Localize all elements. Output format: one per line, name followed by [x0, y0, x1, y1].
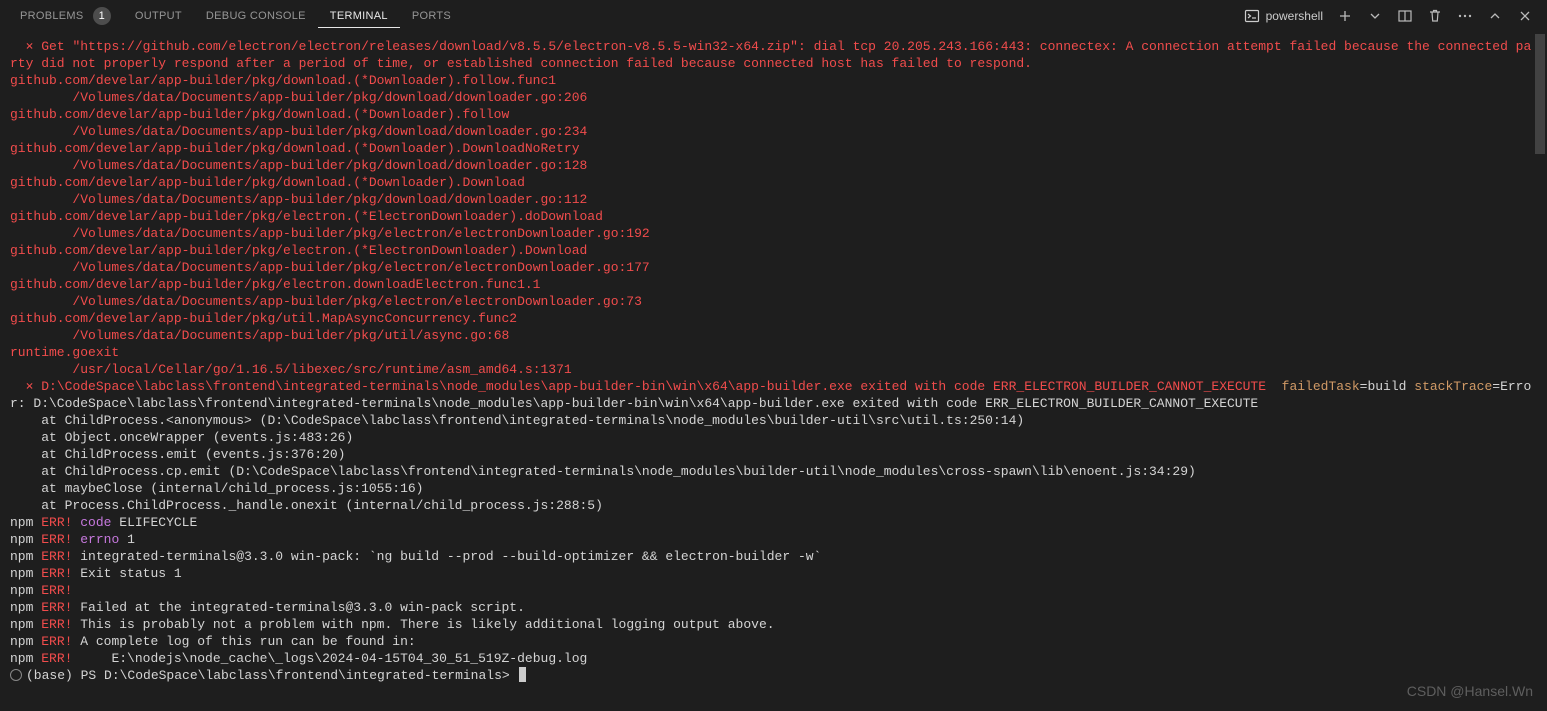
new-terminal-icon[interactable] — [1337, 8, 1353, 24]
shell-name: powershell — [1266, 9, 1323, 23]
split-terminal-icon[interactable] — [1397, 8, 1413, 24]
tab-label: DEBUG CONSOLE — [206, 10, 306, 22]
more-icon[interactable] — [1457, 8, 1473, 24]
tab-terminal[interactable]: TERMINAL — [318, 4, 400, 28]
tab-label: OUTPUT — [135, 10, 182, 22]
terminal-icon — [1244, 8, 1260, 24]
maximize-panel-icon[interactable] — [1487, 8, 1503, 24]
terminal-header-actions: powershell — [1244, 8, 1539, 24]
close-panel-icon[interactable] — [1517, 8, 1533, 24]
tab-label: PROBLEMS — [20, 10, 84, 22]
tab-debug-console[interactable]: DEBUG CONSOLE — [194, 4, 318, 28]
scrollbar-thumb[interactable] — [1535, 34, 1545, 154]
panel-header: PROBLEMS 1 OUTPUT DEBUG CONSOLE TERMINAL… — [0, 0, 1547, 32]
tab-label: PORTS — [412, 10, 451, 22]
tab-ports[interactable]: PORTS — [400, 4, 463, 28]
problems-badge: 1 — [93, 7, 111, 25]
tab-output[interactable]: OUTPUT — [123, 4, 194, 28]
trash-icon[interactable] — [1427, 8, 1443, 24]
terminal-output[interactable]: ⨯ Get "https://github.com/electron/elect… — [0, 32, 1547, 694]
scrollbar[interactable] — [1535, 34, 1545, 707]
tab-label: TERMINAL — [330, 10, 388, 22]
panel-tabs: PROBLEMS 1 OUTPUT DEBUG CONSOLE TERMINAL… — [8, 1, 463, 31]
chevron-down-icon[interactable] — [1367, 8, 1383, 24]
tab-problems[interactable]: PROBLEMS 1 — [8, 1, 123, 31]
terminal-shell-selector[interactable]: powershell — [1244, 8, 1323, 24]
